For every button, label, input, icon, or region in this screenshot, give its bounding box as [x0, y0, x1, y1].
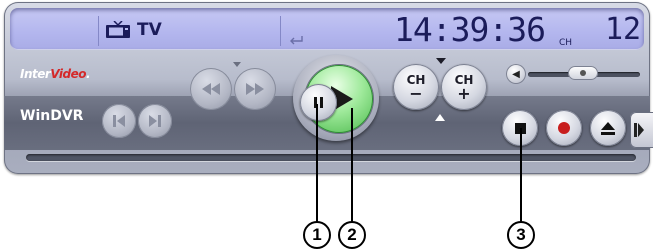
intervideo-logo: InterVideo.: [20, 67, 91, 81]
callout-line: [520, 128, 522, 228]
step-forward-button[interactable]: [138, 104, 172, 138]
seek-indicator-icon: [233, 62, 241, 67]
source-label: TV: [137, 20, 162, 40]
player-window: TV 14:39:36 CH 12 InterVideo. WinDVR CH …: [4, 2, 653, 174]
pause-button[interactable]: [300, 84, 337, 121]
channel-label: CH: [559, 38, 573, 48]
plus-icon: +: [457, 83, 471, 103]
eject-button[interactable]: [590, 110, 626, 146]
tv-icon: [106, 21, 130, 38]
eject-icon: [601, 121, 615, 135]
channel-up-button[interactable]: CH +: [441, 64, 487, 110]
fast-forward-icon: [246, 83, 264, 95]
callout-3: 3: [507, 221, 535, 249]
fast-forward-button[interactable]: [234, 68, 276, 110]
chevron-right-icon: [634, 123, 644, 137]
speaker-icon[interactable]: ◀: [506, 64, 526, 84]
lcd-divider: [98, 16, 99, 46]
callout-2: 2: [338, 221, 366, 249]
record-icon: [558, 122, 570, 134]
minus-icon: −: [409, 83, 423, 103]
channel-down-button[interactable]: CH −: [393, 64, 439, 110]
repeat-icon: [290, 36, 303, 45]
channel-number: 12: [605, 12, 642, 47]
product-name: WinDVR: [20, 108, 84, 124]
seek-track[interactable]: [26, 154, 636, 161]
callout-line: [351, 108, 353, 228]
up-arrow-icon: [435, 114, 445, 121]
rewind-button[interactable]: [190, 68, 232, 110]
record-button[interactable]: [546, 110, 582, 146]
callout-line: [316, 104, 318, 228]
lcd-display: TV 14:39:36 CH 12: [10, 8, 644, 50]
expand-panel-button[interactable]: [630, 112, 653, 148]
rewind-icon: [202, 83, 220, 95]
callout-1: 1: [303, 221, 331, 249]
lcd-divider: [280, 16, 281, 46]
volume-thumb[interactable]: [568, 66, 598, 80]
channel-indicator-icon: [436, 58, 446, 64]
time-display: 14:39:36: [394, 10, 546, 49]
step-forward-icon: [149, 115, 161, 127]
step-back-button[interactable]: [102, 104, 136, 138]
step-back-icon: [113, 115, 125, 127]
